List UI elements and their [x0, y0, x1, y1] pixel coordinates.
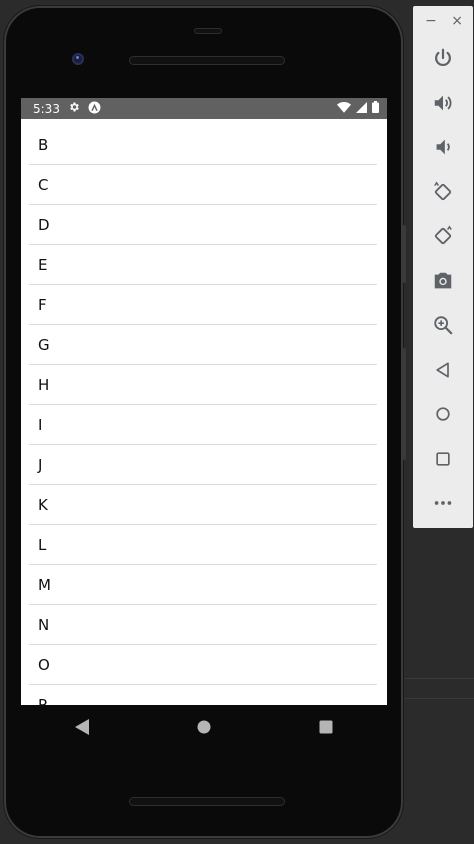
letter-list: B C D E F G H I J K L M N O P: [21, 125, 387, 705]
earpiece-slit: [194, 28, 222, 34]
list-item[interactable]: C: [29, 165, 377, 205]
list-item-label: K: [38, 495, 48, 514]
list-item-label: N: [38, 615, 50, 634]
list-item[interactable]: J: [29, 445, 377, 485]
list-item-label: G: [38, 335, 50, 354]
volume-up-button[interactable]: [413, 81, 473, 126]
list-item[interactable]: O: [29, 645, 377, 685]
cell-signal-icon: [356, 101, 367, 116]
wifi-icon: [337, 101, 351, 116]
status-time: 5:33: [33, 101, 60, 116]
list-item-label: P: [38, 695, 48, 706]
list-item-label: L: [38, 535, 47, 554]
panel-back-button[interactable]: [413, 348, 473, 393]
rotate-right-button[interactable]: [413, 214, 473, 259]
power-side-button: [402, 348, 406, 460]
front-camera: [72, 53, 84, 65]
recents-square-icon: [319, 720, 333, 734]
list-item[interactable]: E: [29, 245, 377, 285]
minimize-button[interactable]: −: [425, 13, 437, 29]
list-item-label: O: [38, 655, 50, 674]
list-item[interactable]: M: [29, 565, 377, 605]
emulator-toolbar: − ×: [413, 6, 473, 528]
list-item-label: I: [38, 415, 43, 434]
list-item[interactable]: B: [29, 125, 377, 165]
home-icon: [436, 407, 450, 421]
navigation-bar: [21, 705, 387, 749]
list-item-label: C: [38, 175, 49, 194]
power-button[interactable]: [413, 36, 473, 81]
ide-divider: [405, 678, 474, 679]
back-triangle-icon: [75, 719, 89, 735]
list-item-label: F: [38, 295, 47, 314]
back-icon: [436, 362, 449, 378]
zoom-button[interactable]: [413, 303, 473, 348]
top-speaker: [129, 56, 285, 65]
camera-icon: [434, 272, 452, 289]
list-container[interactable]: B C D E F G H I J K L M N O P: [21, 119, 387, 705]
panel-overview-button[interactable]: [413, 437, 473, 482]
zoom-in-icon: [434, 316, 453, 335]
list-item-label: B: [38, 135, 49, 154]
nav-back-button[interactable]: [62, 707, 102, 747]
overview-icon: [436, 452, 450, 466]
list-item[interactable]: F: [29, 285, 377, 325]
volume-down-button[interactable]: [413, 125, 473, 170]
list-item-label: J: [38, 455, 43, 474]
list-item[interactable]: K: [29, 485, 377, 525]
list-item-label: E: [38, 255, 48, 274]
bottom-speaker: [129, 797, 285, 806]
volume-up-icon: [434, 95, 452, 111]
ide-divider: [405, 698, 474, 699]
list-item[interactable]: N: [29, 605, 377, 645]
list-item[interactable]: L: [29, 525, 377, 565]
list-item-label: M: [38, 575, 51, 594]
battery-icon: [372, 101, 379, 116]
list-item[interactable]: G: [29, 325, 377, 365]
power-icon: [435, 48, 451, 67]
list-item[interactable]: D: [29, 205, 377, 245]
volume-rocker: [402, 225, 406, 283]
panel-home-button[interactable]: [413, 392, 473, 437]
status-bar: 5:33: [21, 98, 387, 119]
settings-gear-icon: [68, 101, 80, 116]
rotate-right-icon: [434, 225, 452, 245]
list-item[interactable]: H: [29, 365, 377, 405]
nav-home-button[interactable]: [184, 707, 224, 747]
list-item-label: H: [38, 375, 50, 394]
more-button[interactable]: [413, 481, 473, 526]
list-item-label: D: [38, 215, 50, 234]
home-circle-icon: [197, 720, 211, 734]
screenshot-button[interactable]: [413, 259, 473, 304]
more-dots-icon: [434, 501, 452, 506]
list-item[interactable]: I: [29, 405, 377, 445]
close-button[interactable]: ×: [451, 13, 463, 29]
list-item[interactable]: P: [29, 685, 377, 706]
nav-recents-button[interactable]: [306, 707, 346, 747]
device-screen: 5:33 B C D E F G H I J K L M N O P: [21, 98, 387, 705]
volume-down-icon: [436, 139, 450, 155]
rotate-left-button[interactable]: [413, 170, 473, 215]
rotate-left-icon: [434, 181, 452, 200]
app-notification-icon: [88, 101, 101, 117]
